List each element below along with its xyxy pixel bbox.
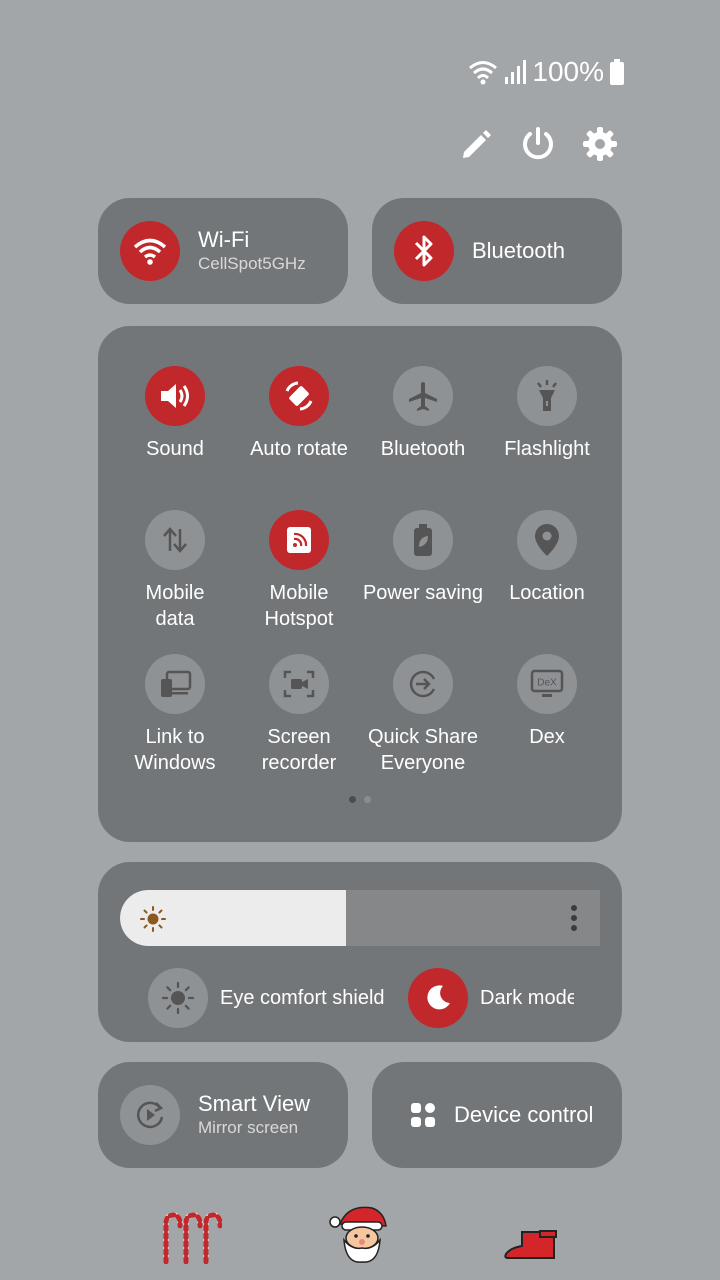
bluetooth-tile[interactable]: Bluetooth — [372, 198, 622, 304]
dex-icon: DeX — [530, 669, 564, 697]
device-control-icon — [411, 1103, 435, 1127]
airplane-toggle[interactable] — [393, 366, 453, 426]
more-options-icon[interactable] — [570, 904, 578, 932]
tile-label: Sound — [146, 438, 204, 460]
tile-flashlight[interactable]: Flashlight — [482, 366, 612, 462]
santa-icon — [328, 1202, 392, 1269]
candy-canes-icon — [160, 1210, 223, 1269]
tile-label: Location — [509, 582, 585, 604]
settings-button[interactable] — [582, 124, 618, 164]
tile-label: Link to Windows — [134, 726, 216, 774]
tile-link-to-windows[interactable]: Link to Windows — [110, 654, 240, 776]
moon-icon — [427, 985, 450, 1010]
tile-label: Flashlight — [504, 438, 590, 460]
tile-power-saving[interactable]: Power saving — [358, 510, 488, 606]
location-icon — [535, 524, 559, 556]
dark-mode-button[interactable] — [408, 968, 468, 1028]
location-toggle[interactable] — [517, 510, 577, 570]
tile-sound[interactable]: Sound — [110, 366, 240, 462]
tile-dex[interactable]: DeX Dex — [482, 654, 612, 750]
quick-share-icon — [409, 670, 436, 698]
mobile-data-icon — [163, 527, 187, 553]
tile-quick-share[interactable]: Quick Share Everyone — [358, 654, 488, 776]
page-dot — [364, 796, 371, 803]
tile-mobile-hotspot[interactable]: Mobile Hotspot — [234, 510, 364, 632]
edit-button[interactable] — [458, 124, 494, 164]
tile-location[interactable]: Location — [482, 510, 612, 606]
power-icon — [523, 127, 553, 160]
auto-rotate-toggle[interactable] — [269, 366, 329, 426]
wifi-tile-title: Wi-Fi — [198, 227, 250, 252]
power-saving-toggle[interactable] — [393, 510, 453, 570]
status-bar: 100% — [468, 56, 624, 88]
gear-icon — [583, 127, 617, 161]
svg-text:DeX: DeX — [537, 678, 557, 689]
eye-comfort-icon — [161, 981, 195, 1015]
device-control-tile[interactable]: Device control — [372, 1062, 622, 1168]
tile-auto-rotate[interactable]: Auto rotate — [234, 366, 364, 462]
screen-recorder-toggle[interactable] — [269, 654, 329, 714]
tile-label: Dex — [529, 726, 565, 748]
flashlight-icon — [537, 380, 557, 411]
bluetooth-tile-toggle[interactable] — [394, 221, 454, 281]
bluetooth-icon — [414, 235, 433, 267]
power-saving-icon — [414, 524, 432, 556]
link-to-windows-icon — [161, 670, 192, 697]
device-control-title: Device control — [454, 1102, 594, 1127]
wifi-network-name: CellSpot5GHz — [198, 254, 306, 273]
battery-text: 100% — [532, 56, 604, 87]
flashlight-toggle[interactable] — [517, 366, 577, 426]
auto-rotate-icon — [285, 381, 313, 411]
tile-label: Power saving — [362, 582, 484, 604]
top-actions — [458, 124, 618, 164]
mobile-data-toggle[interactable] — [145, 510, 205, 570]
tile-label: Screen recorder — [261, 726, 337, 774]
hotspot-toggle[interactable] — [269, 510, 329, 570]
tile-label: Quick Share Everyone — [367, 726, 479, 774]
volume-icon — [161, 384, 189, 408]
tile-label: Auto rotate — [250, 438, 348, 460]
hotspot-icon — [287, 527, 311, 553]
stocking-icon — [502, 1228, 560, 1267]
pencil-icon — [463, 130, 491, 158]
quick-share-toggle[interactable] — [393, 654, 453, 714]
brightness-slider[interactable] — [120, 890, 600, 946]
tile-airplane[interactable]: Bluetooth — [358, 366, 488, 462]
smart-view-subtitle: Mirror screen — [198, 1118, 299, 1137]
power-button[interactable] — [520, 124, 556, 164]
quick-settings-grid: Sound Auto rotate Bluetooth Flashlight M… — [100, 326, 620, 840]
page-dot-active — [349, 796, 356, 803]
wifi-status-icon — [468, 59, 498, 85]
airplane-icon — [409, 382, 437, 411]
signal-icon — [504, 60, 527, 84]
tile-label: Mobile data — [145, 582, 205, 630]
sound-toggle[interactable] — [145, 366, 205, 426]
bluetooth-tile-title: Bluetooth — [472, 238, 565, 263]
tile-screen-recorder[interactable]: Screen recorder — [234, 654, 364, 776]
screen-recorder-icon — [283, 670, 315, 698]
smart-view-title: Smart View — [198, 1091, 311, 1116]
brightness-icon — [140, 906, 166, 932]
eye-comfort-shield-toggle[interactable]: Eye comfort shield — [148, 968, 385, 1028]
dark-mode-toggle[interactable]: Dark mode — [408, 968, 574, 1028]
page-indicator — [100, 790, 620, 808]
tile-label: Mobile Hotspot — [264, 582, 334, 630]
battery-icon — [610, 59, 624, 85]
smart-view-button[interactable] — [120, 1085, 180, 1145]
eye-comfort-button[interactable] — [148, 968, 208, 1028]
link-to-windows-toggle[interactable] — [145, 654, 205, 714]
smart-view-icon — [136, 1101, 164, 1129]
dark-mode-label: Dark mode — [480, 986, 574, 1009]
wifi-icon — [133, 238, 167, 265]
dex-toggle[interactable]: DeX — [517, 654, 577, 714]
eye-comfort-label: Eye comfort shield — [220, 986, 385, 1009]
wifi-tile[interactable]: Wi-Fi CellSpot5GHz — [98, 198, 348, 304]
wifi-tile-toggle[interactable] — [120, 221, 180, 281]
tile-mobile-data[interactable]: Mobile data — [110, 510, 240, 632]
tile-label: Bluetooth — [380, 438, 466, 460]
smart-view-tile[interactable]: Smart View Mirror screen — [98, 1062, 348, 1168]
